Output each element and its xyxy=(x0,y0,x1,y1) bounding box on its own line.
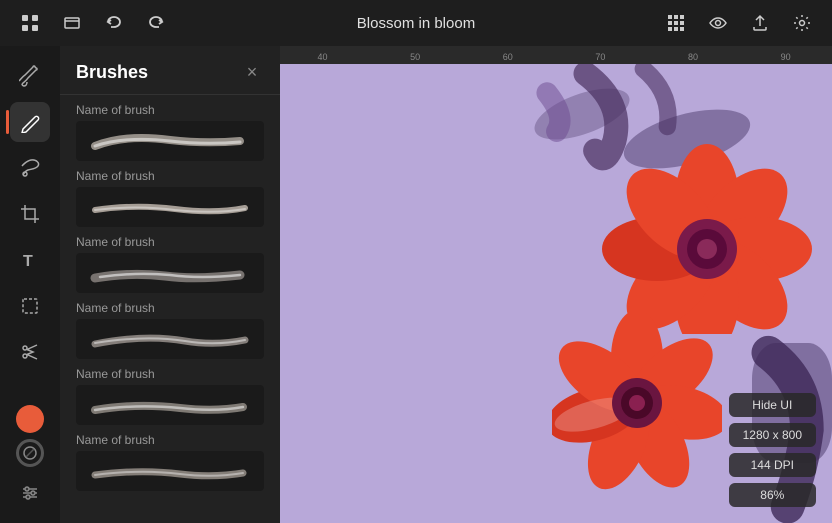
svg-text:T: T xyxy=(23,253,33,270)
brush-preview xyxy=(76,385,264,425)
grid-icon[interactable] xyxy=(16,9,44,37)
top-bar: Blossom in bloom xyxy=(0,0,832,46)
eye-icon[interactable] xyxy=(704,9,732,37)
list-item[interactable]: Name of brush xyxy=(60,297,280,363)
smudge-tool[interactable] xyxy=(10,148,50,188)
foreground-color[interactable] xyxy=(16,405,44,433)
flower-large xyxy=(602,144,812,334)
pen-tool[interactable] xyxy=(10,102,50,142)
close-button[interactable]: × xyxy=(240,60,264,84)
ruler-mark: 90 xyxy=(781,52,791,62)
list-item[interactable]: Name of brush xyxy=(60,429,280,495)
brush-stroke xyxy=(528,78,636,150)
top-bar-left xyxy=(16,9,170,37)
grid2-icon[interactable] xyxy=(662,9,690,37)
scissors-tool[interactable] xyxy=(10,332,50,372)
list-item[interactable]: Name of brush xyxy=(60,363,280,429)
flower-small xyxy=(552,313,722,493)
background-color[interactable] xyxy=(16,439,44,467)
list-item[interactable]: Name of brush xyxy=(60,231,280,297)
text-tool[interactable]: T xyxy=(10,240,50,280)
ruler-mark: 50 xyxy=(410,52,420,62)
left-toolbar: T xyxy=(0,46,60,523)
top-bar-right xyxy=(662,9,816,37)
list-item[interactable]: Name of brush xyxy=(60,99,280,165)
dpi-label: 144 DPI xyxy=(729,453,816,477)
sliders-icon[interactable] xyxy=(10,473,50,513)
ruler-mark: 60 xyxy=(503,52,513,62)
brush-panel-header: Brushes × xyxy=(60,46,280,95)
brush-name: Name of brush xyxy=(76,169,264,183)
brush-panel-title: Brushes xyxy=(76,62,148,83)
ruler-mark: 70 xyxy=(595,52,605,62)
brush-name: Name of brush xyxy=(76,433,264,447)
undo-icon[interactable] xyxy=(100,9,128,37)
brush-name: Name of brush xyxy=(76,103,264,117)
brush-panel: Brushes × Name of brush Name of brush xyxy=(60,46,280,523)
export-icon[interactable] xyxy=(746,9,774,37)
ruler-mark: 80 xyxy=(688,52,698,62)
document-title: Blossom in bloom xyxy=(357,15,475,32)
select-tool[interactable] xyxy=(10,286,50,326)
layers-icon[interactable] xyxy=(58,9,86,37)
brush-preview xyxy=(76,253,264,293)
redo-icon[interactable] xyxy=(142,9,170,37)
list-item[interactable]: Name of brush xyxy=(60,165,280,231)
zoom-label: 86% xyxy=(729,483,816,507)
brush-name: Name of brush xyxy=(76,367,264,381)
brush-preview xyxy=(76,121,264,161)
brush-list: Name of brush Name of brush Name of brus… xyxy=(60,95,280,523)
brush-preview xyxy=(76,187,264,227)
brush-name: Name of brush xyxy=(76,235,264,249)
hide-ui-button[interactable]: Hide UI xyxy=(729,393,816,417)
brush-preview xyxy=(76,451,264,491)
settings-icon[interactable] xyxy=(788,9,816,37)
crop-tool[interactable] xyxy=(10,194,50,234)
resolution-label: 1280 x 800 xyxy=(729,423,816,447)
brush-preview xyxy=(76,319,264,359)
brush-name: Name of brush xyxy=(76,301,264,315)
brush-tool[interactable] xyxy=(10,56,50,96)
info-panel: Hide UI 1280 x 800 144 DPI 86% xyxy=(729,393,816,507)
ruler-mark: 40 xyxy=(317,52,327,62)
